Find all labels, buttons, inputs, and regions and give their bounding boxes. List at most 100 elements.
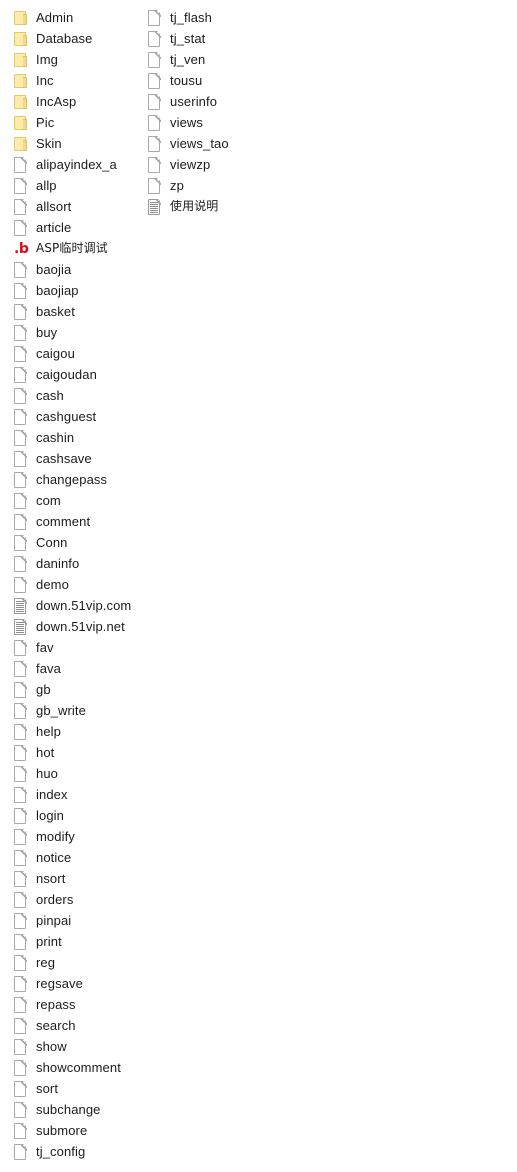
file-row[interactable]: changepass [14, 469, 131, 490]
page-icon [14, 679, 35, 700]
file-row[interactable]: views_tao [148, 133, 229, 154]
page-icon [14, 1057, 35, 1078]
file-label: search [36, 1018, 76, 1033]
file-row[interactable]: cashin [14, 427, 131, 448]
file-row[interactable]: Inc [14, 70, 131, 91]
file-row[interactable]: .b ASP临时调试 [14, 238, 131, 259]
file-row[interactable]: tj_stat [148, 28, 229, 49]
file-row[interactable]: article [14, 217, 131, 238]
file-row[interactable]: views [148, 112, 229, 133]
file-row[interactable]: userinfo [148, 91, 229, 112]
file-label: gb_write [36, 703, 86, 718]
file-row[interactable]: viewzp [148, 154, 229, 175]
page-icon [14, 1078, 35, 1099]
file-row[interactable]: caigou [14, 343, 131, 364]
file-row[interactable]: demo [14, 574, 131, 595]
file-row[interactable]: baojiap [14, 280, 131, 301]
file-row[interactable]: allp [14, 175, 131, 196]
file-row[interactable]: basket [14, 301, 131, 322]
file-label: huo [36, 766, 58, 781]
file-label: print [36, 934, 62, 949]
file-row[interactable]: down.51vip.net [14, 616, 131, 637]
file-row[interactable]: pinpai [14, 910, 131, 931]
file-row[interactable]: Img [14, 49, 131, 70]
file-row[interactable]: nsort [14, 868, 131, 889]
file-label: daninfo [36, 556, 80, 571]
file-row[interactable]: Admin [14, 7, 131, 28]
file-row[interactable]: sort [14, 1078, 131, 1099]
file-label: hot [36, 745, 55, 760]
file-row[interactable]: Skin [14, 133, 131, 154]
file-row[interactable]: buy [14, 322, 131, 343]
file-row[interactable]: Database [14, 28, 131, 49]
file-row[interactable]: fav [14, 637, 131, 658]
file-row[interactable]: notice [14, 847, 131, 868]
page-icon [14, 973, 35, 994]
file-row[interactable]: Conn [14, 532, 131, 553]
page-icon [14, 427, 35, 448]
file-row[interactable]: comment [14, 511, 131, 532]
file-label: comment [36, 514, 91, 529]
file-row[interactable]: Pic [14, 112, 131, 133]
file-row[interactable]: down.51vip.com [14, 595, 131, 616]
file-row[interactable]: regsave [14, 973, 131, 994]
file-label: sort [36, 1081, 59, 1096]
text-document-icon [14, 616, 35, 637]
page-icon [148, 154, 169, 175]
file-label: cashin [36, 430, 75, 445]
file-row[interactable]: tj_ven [148, 49, 229, 70]
file-label: tj_config [36, 1144, 86, 1159]
page-icon [14, 994, 35, 1015]
file-row[interactable]: tj_config [14, 1141, 131, 1162]
file-row[interactable]: showcomment [14, 1057, 131, 1078]
page-icon [14, 490, 35, 511]
file-label: cashsave [36, 451, 92, 466]
file-row[interactable]: huo [14, 763, 131, 784]
file-row[interactable]: 使用说明 [148, 196, 229, 217]
page-icon [14, 637, 35, 658]
file-label: tj_ven [170, 52, 206, 67]
file-row[interactable]: fava [14, 658, 131, 679]
file-label: IncAsp [36, 94, 77, 109]
file-label: viewzp [170, 157, 211, 172]
file-row[interactable]: show [14, 1036, 131, 1057]
file-row[interactable]: gb_write [14, 700, 131, 721]
file-row[interactable]: IncAsp [14, 91, 131, 112]
page-icon [14, 322, 35, 343]
file-row[interactable]: login [14, 805, 131, 826]
file-row[interactable]: hot [14, 742, 131, 763]
file-row[interactable]: zp [148, 175, 229, 196]
page-icon [14, 868, 35, 889]
file-row[interactable]: submore [14, 1120, 131, 1141]
file-row[interactable]: subchange [14, 1099, 131, 1120]
file-row[interactable]: reg [14, 952, 131, 973]
file-row[interactable]: tousu [148, 70, 229, 91]
file-row[interactable]: gb [14, 679, 131, 700]
file-label: down.51vip.com [36, 598, 132, 613]
folder-icon [14, 7, 35, 28]
file-row[interactable]: alipayindex_a [14, 154, 131, 175]
file-label: down.51vip.net [36, 619, 125, 634]
page-icon [14, 1036, 35, 1057]
file-row[interactable]: index [14, 784, 131, 805]
file-label: index [36, 787, 68, 802]
file-row[interactable]: cashguest [14, 406, 131, 427]
file-row[interactable]: allsort [14, 196, 131, 217]
file-row[interactable]: cash [14, 385, 131, 406]
file-row[interactable]: help [14, 721, 131, 742]
file-row[interactable]: print [14, 931, 131, 952]
file-row[interactable]: tj_flash [148, 7, 229, 28]
file-row[interactable]: com [14, 490, 131, 511]
page-icon [14, 763, 35, 784]
file-label: Conn [36, 535, 68, 550]
folder-icon [14, 70, 35, 91]
file-row[interactable]: baojia [14, 259, 131, 280]
file-row[interactable]: modify [14, 826, 131, 847]
file-row[interactable]: repass [14, 994, 131, 1015]
file-row[interactable]: daninfo [14, 553, 131, 574]
file-row[interactable]: orders [14, 889, 131, 910]
file-row[interactable]: caigoudan [14, 364, 131, 385]
file-row[interactable]: search [14, 1015, 131, 1036]
file-row[interactable]: cashsave [14, 448, 131, 469]
page-icon [14, 931, 35, 952]
